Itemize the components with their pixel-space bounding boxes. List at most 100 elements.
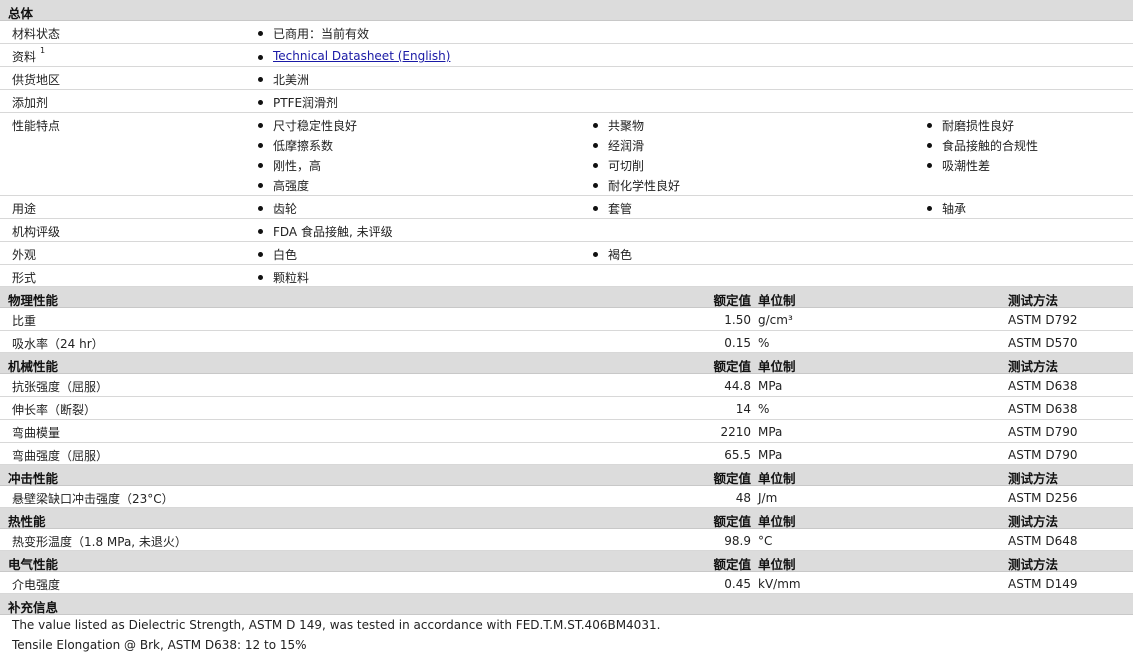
feature-item: 可切削 [592, 159, 645, 173]
column-header-unit: 单位制 [758, 557, 796, 572]
property-value: 98.9 [724, 534, 751, 548]
property-label: 吸水率（24 hr） [12, 337, 104, 351]
use-item: 轴承 [926, 202, 967, 216]
property-value: 颗粒料 [257, 271, 310, 285]
column-header-method: 测试方法 [1008, 359, 1059, 374]
property-unit: MPa [758, 379, 783, 393]
property-label: 资料 1 [12, 46, 46, 64]
column-header-method: 测试方法 [1008, 557, 1059, 572]
feature-item: 经润滑 [592, 139, 645, 153]
property-row-status: 材料状态 已商用：当前有效 [0, 21, 1133, 44]
property-label: 热变形温度（1.8 MPa, 未退火） [12, 535, 187, 549]
feature-item: 耐磨损性良好 [926, 119, 1015, 133]
property-row-features: 性能特点 尺寸稳定性良好 低摩擦系数 刚性，高 高强度 共聚物 经润滑 可切削 … [0, 113, 1133, 196]
feature-item: 低摩擦系数 [257, 139, 334, 153]
property-label: 弯曲强度（屈服） [12, 449, 109, 463]
property-unit: °C [758, 534, 773, 548]
section-header-general: 总体 [0, 0, 1133, 21]
property-unit: MPa [758, 448, 783, 462]
column-header-method: 测试方法 [1008, 471, 1059, 486]
test-method: ASTM D256 [1008, 491, 1078, 505]
section-header-supplementary: 补充信息 [0, 594, 1133, 615]
data-row: 吸水率（24 hr） 0.15 % ASTM D570 [0, 331, 1133, 353]
test-method: ASTM D790 [1008, 425, 1078, 439]
section-title: 总体 [8, 6, 34, 21]
datasheet-link[interactable]: Technical Datasheet (English) [273, 49, 450, 63]
property-label: 用途 [12, 202, 37, 216]
property-row-appearance: 外观 白色 褐色 [0, 242, 1133, 265]
section-title: 冲击性能 [8, 471, 59, 486]
property-label: 形式 [12, 271, 37, 285]
section-header-physical: 物理性能 额定值 单位制 测试方法 [0, 287, 1133, 308]
section-header-impact: 冲击性能 额定值 单位制 测试方法 [0, 465, 1133, 486]
column-header-unit: 单位制 [758, 514, 796, 529]
test-method: ASTM D792 [1008, 313, 1078, 327]
property-row-additive: 添加剂 PTFE润滑剂 [0, 90, 1133, 113]
property-label: 抗张强度（屈服） [12, 380, 109, 394]
property-value: 0.15 [724, 336, 751, 350]
property-value: 48 [735, 491, 751, 505]
property-row-region: 供货地区 北美洲 [0, 67, 1133, 90]
column-header-value: 额定值 [713, 359, 751, 374]
section-title: 热性能 [8, 514, 46, 529]
section-title: 电气性能 [8, 557, 59, 572]
note-text: Tensile Elongation @ Brk, ASTM D638: 12 … [12, 638, 307, 652]
column-header-unit: 单位制 [758, 293, 796, 308]
feature-item: 刚性，高 [257, 159, 322, 173]
appearance-item: 白色 [257, 248, 298, 262]
test-method: ASTM D149 [1008, 577, 1078, 591]
data-row: 弯曲强度（屈服） 65.5 MPa ASTM D790 [0, 443, 1133, 465]
section-title: 物理性能 [8, 293, 59, 308]
column-header-value: 额定值 [713, 557, 751, 572]
data-row: 弯曲模量 2210 MPa ASTM D790 [0, 420, 1133, 443]
property-value: 1.50 [724, 313, 751, 327]
property-value: PTFE润滑剂 [257, 96, 339, 110]
section-header-mechanical: 机械性能 额定值 单位制 测试方法 [0, 353, 1133, 374]
property-value: 已商用：当前有效 [257, 27, 370, 41]
test-method: ASTM D648 [1008, 534, 1078, 548]
supplementary-note: Tensile Elongation @ Brk, ASTM D638: 12 … [0, 635, 1133, 655]
section-title: 补充信息 [8, 600, 59, 615]
property-label: 材料状态 [12, 27, 61, 41]
feature-item: 食品接触的合规性 [926, 139, 1039, 153]
property-label: 供货地区 [12, 73, 61, 87]
column-header-unit: 单位制 [758, 471, 796, 486]
property-unit: MPa [758, 425, 783, 439]
column-header-method: 测试方法 [1008, 293, 1059, 308]
test-method: ASTM D638 [1008, 402, 1078, 416]
feature-item: 耐化学性良好 [592, 179, 681, 193]
column-header-method: 测试方法 [1008, 514, 1059, 529]
section-title: 机械性能 [8, 359, 59, 374]
property-row-uses: 用途 齿轮 套管 轴承 [0, 196, 1133, 219]
property-value: 65.5 [724, 448, 751, 462]
property-value: FDA 食品接触, 未评级 [258, 225, 393, 239]
footnote-marker: 1 [40, 46, 46, 55]
column-header-value: 额定值 [713, 471, 751, 486]
use-item: 套管 [592, 202, 633, 216]
property-label: 添加剂 [12, 96, 49, 110]
property-label: 比重 [12, 314, 37, 328]
supplementary-note: The value listed as Dielectric Strength,… [0, 615, 1133, 635]
property-label: 伸长率（断裂） [12, 403, 97, 417]
data-row: 伸长率（断裂） 14 % ASTM D638 [0, 397, 1133, 420]
property-row-docs: 资料 1 Technical Datasheet (English) [0, 44, 1133, 67]
property-label: 性能特点 [12, 119, 61, 133]
column-header-unit: 单位制 [758, 359, 796, 374]
feature-item: 高强度 [257, 179, 310, 193]
feature-item: 共聚物 [592, 119, 645, 133]
section-header-thermal: 热性能 额定值 单位制 测试方法 [0, 508, 1133, 529]
property-value: 2210 [720, 425, 751, 439]
data-row: 抗张强度（屈服） 44.8 MPa ASTM D638 [0, 374, 1133, 397]
property-unit: g/cm³ [758, 313, 793, 327]
datasheet-link-item: Technical Datasheet (English) [257, 49, 450, 63]
column-header-value: 额定值 [713, 514, 751, 529]
feature-item: 吸潮性差 [926, 159, 991, 173]
property-label: 悬壁梁缺口冲击强度（23°C） [12, 492, 174, 506]
property-label: 机构评级 [12, 225, 61, 239]
column-header-value: 额定值 [713, 293, 751, 308]
section-header-electrical: 电气性能 额定值 单位制 测试方法 [0, 551, 1133, 572]
use-item: 齿轮 [257, 202, 298, 216]
property-unit: % [758, 336, 770, 350]
property-row-agency: 机构评级 FDA 食品接触, 未评级 [0, 219, 1133, 242]
feature-item: 尺寸稳定性良好 [257, 119, 358, 133]
